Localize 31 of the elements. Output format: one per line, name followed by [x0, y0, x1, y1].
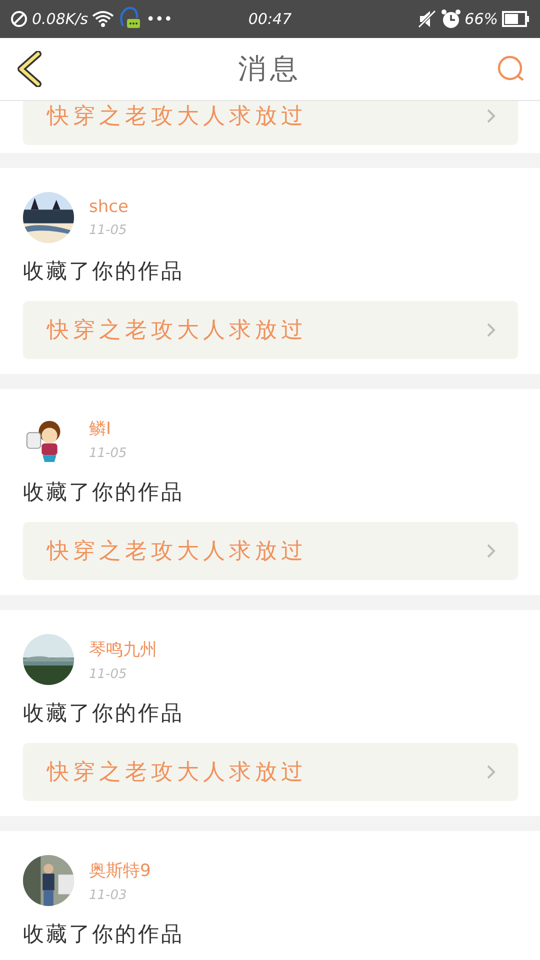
chevron-right-icon	[486, 108, 496, 124]
user-name[interactable]: shce	[89, 197, 128, 217]
message-text: 收藏了你的作品	[23, 921, 185, 948]
clock: 00:47	[248, 10, 292, 28]
work-link[interactable]: 快穿之老攻大人求放过	[23, 522, 518, 580]
message-text: 收藏了你的作品	[23, 479, 185, 506]
battery-percent: 66%	[464, 10, 498, 28]
message-text: 收藏了你的作品	[23, 700, 185, 727]
page-title: 消息	[238, 51, 302, 87]
battery-icon	[502, 11, 530, 27]
user-name[interactable]: 琴鸣九州	[89, 638, 157, 660]
chevron-right-icon	[486, 543, 496, 559]
more-notifications: •••	[146, 10, 173, 28]
chevron-right-icon	[486, 322, 496, 338]
user-name[interactable]: 鳞I	[89, 416, 127, 440]
back-icon[interactable]	[16, 51, 42, 87]
user-name[interactable]: 奥斯特9	[89, 858, 151, 882]
work-link[interactable]: 快穿之老攻大人求放过	[23, 301, 518, 359]
message-date: 11-05	[89, 223, 128, 238]
message-date: 11-05	[89, 446, 127, 460]
blocked-icon	[10, 10, 28, 28]
work-link[interactable]: 快穿之老攻大人求放过	[23, 101, 518, 145]
chevron-right-icon	[486, 764, 496, 780]
network-speed: 0.08K/s	[32, 10, 88, 28]
alarm-icon	[440, 9, 461, 29]
message-date: 11-05	[89, 666, 128, 682]
work-link[interactable]: 快穿之老攻大人求放过	[23, 743, 518, 801]
message-date: 11-03	[89, 888, 128, 902]
wifi-icon	[92, 10, 114, 28]
mute-icon	[416, 10, 437, 28]
message-text: 收藏了你的作品	[23, 258, 185, 285]
